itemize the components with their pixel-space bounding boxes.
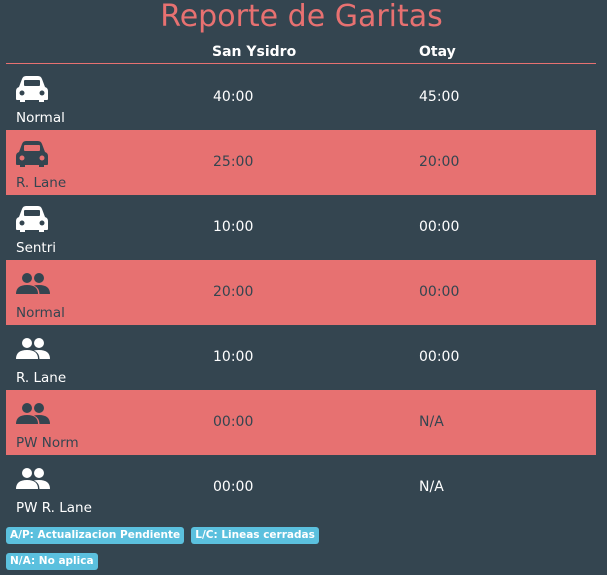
- san-ysidro-wait-time: 00:00: [213, 479, 254, 495]
- row-type-label: PW R. Lane: [16, 500, 92, 516]
- table-row: PW R. Lane 00:00 N/A: [6, 455, 596, 520]
- people-icon: [15, 337, 50, 363]
- column-header-san-ysidro: San Ysidro: [212, 44, 297, 60]
- table-header: San Ysidro Otay: [0, 40, 607, 64]
- otay-wait-time: 00:00: [419, 349, 460, 365]
- table-row: Normal 20:00 00:00: [6, 260, 596, 325]
- table-row: PW Norm 00:00 N/A: [6, 390, 596, 455]
- car-icon: [15, 76, 49, 102]
- legend-badge-lc: L/C: Lineas cerradas: [191, 527, 319, 544]
- row-type-label: Sentri: [16, 240, 57, 256]
- page-title: Reporte de Garitas: [160, 0, 443, 34]
- row-type-label: R. Lane: [16, 370, 67, 386]
- san-ysidro-wait-time: 10:00: [213, 219, 254, 235]
- otay-wait-time: 00:00: [419, 284, 460, 300]
- san-ysidro-wait-time: 00:00: [213, 414, 254, 430]
- otay-wait-time: N/A: [419, 414, 444, 430]
- table-row: Sentri 10:00 00:00: [6, 195, 596, 260]
- otay-wait-time: 20:00: [419, 154, 460, 170]
- otay-wait-time: N/A: [419, 479, 444, 495]
- legend-badge-na: N/A: No aplica: [6, 553, 98, 570]
- san-ysidro-wait-time: 10:00: [213, 349, 254, 365]
- column-header-otay: Otay: [419, 44, 456, 60]
- otay-wait-time: 45:00: [419, 89, 460, 105]
- row-type-label: PW Norm: [16, 435, 79, 451]
- san-ysidro-wait-time: 40:00: [213, 89, 254, 105]
- row-type-label: Normal: [16, 305, 65, 321]
- row-type-label: R. Lane: [16, 175, 67, 191]
- people-icon: [15, 402, 50, 428]
- row-type-label: Normal: [16, 110, 65, 126]
- table-row: R. Lane 25:00 20:00: [6, 130, 596, 195]
- san-ysidro-wait-time: 25:00: [213, 154, 254, 170]
- header-divider: [6, 63, 596, 64]
- table-row: R. Lane 10:00 00:00: [6, 325, 596, 390]
- legend-badge-ap: A/P: Actualizacion Pendiente: [6, 527, 185, 544]
- san-ysidro-wait-time: 20:00: [213, 284, 254, 300]
- people-icon: [15, 467, 50, 493]
- car-icon: [15, 141, 49, 167]
- people-icon: [15, 272, 50, 298]
- car-icon: [15, 206, 49, 232]
- legend: A/P: Actualizacion Pendiente L/C: Lineas…: [6, 523, 602, 575]
- otay-wait-time: 00:00: [419, 219, 460, 235]
- table-row: Normal 40:00 45:00: [6, 65, 596, 130]
